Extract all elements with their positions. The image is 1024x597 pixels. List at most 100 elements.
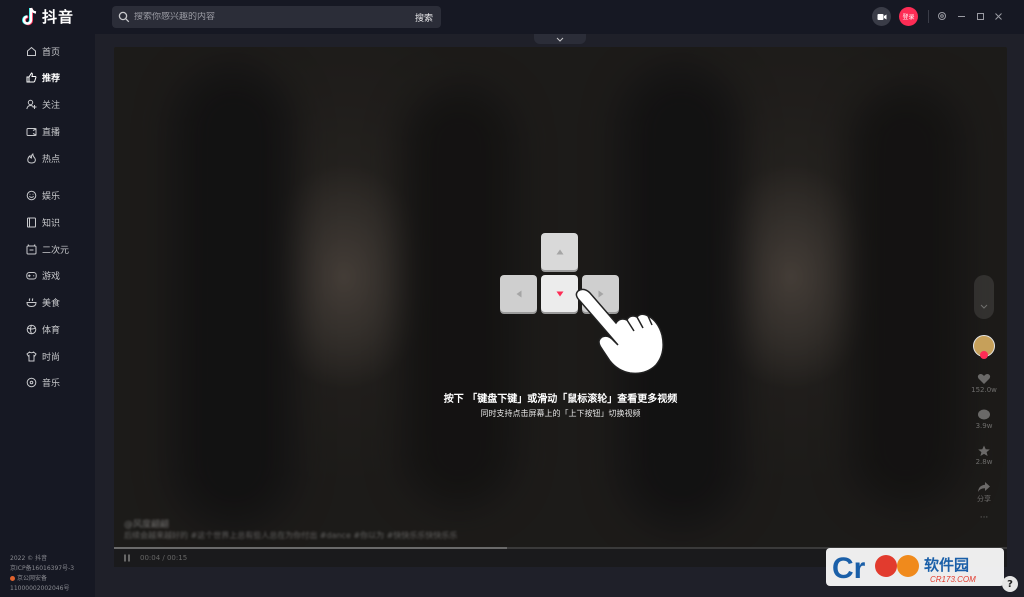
cr173-watermark-logo: Cr 软件园 CR173.COM <box>826 548 1004 586</box>
comment-count: 3.9w <box>975 422 993 430</box>
sidebar-item-hot[interactable]: 热点 <box>26 150 60 166</box>
sidebar-item-label: 游戏 <box>42 271 61 282</box>
sidebar-item-label: 直播 <box>42 127 61 138</box>
chevron-down-icon <box>980 304 988 309</box>
sidebar-item-anime[interactable]: 二次元 <box>26 241 69 257</box>
police-record-number: 11000002002046号 <box>10 585 70 592</box>
sidebar-item-food[interactable]: 美食 <box>26 294 60 310</box>
collapse-header-button[interactable] <box>534 34 586 44</box>
minimize-button[interactable] <box>954 9 968 23</box>
sidebar-item-label: 二次元 <box>42 245 70 256</box>
svg-text:Cr: Cr <box>832 552 866 585</box>
maximize-icon <box>976 12 984 20</box>
search-button[interactable]: 搜索 <box>407 11 441 24</box>
sidebar-item-knowledge[interactable]: 知识 <box>26 214 60 230</box>
search-icon <box>118 11 130 23</box>
maximize-button[interactable] <box>973 9 987 23</box>
comment-button[interactable]: 3.9w <box>967 409 1001 430</box>
sidebar-item-sports[interactable]: 体育 <box>26 321 60 337</box>
book-icon <box>27 217 36 227</box>
app-logo[interactable]: 抖音 <box>22 6 74 27</box>
sidebar-item-following[interactable]: 关注 <box>26 96 60 112</box>
search-bar: 搜索 <box>112 6 441 28</box>
smile-icon <box>26 190 37 200</box>
home-icon <box>27 46 36 56</box>
douyin-app: 抖音 搜索 登录 <box>0 0 1024 597</box>
minimize-icon <box>957 15 965 17</box>
tv-icon <box>26 127 37 136</box>
douyin-logo-icon <box>22 7 37 25</box>
sidebar-item-label: 时尚 <box>42 352 61 363</box>
arrow-up-icon <box>556 249 563 254</box>
arrow-down-icon <box>556 291 563 296</box>
share-label: 分享 <box>977 495 991 503</box>
live-camera-button[interactable] <box>872 7 891 26</box>
like-count: 152.0w <box>971 386 997 394</box>
flame-icon <box>27 152 36 164</box>
favorite-button[interactable]: 2.8w <box>967 445 1001 466</box>
sidebar: 首页 推荐 关注 直播 热点 娱乐 知识 二次元 游戏 美食 体育 时尚 音乐 … <box>0 34 95 597</box>
sidebar-item-label: 音乐 <box>42 378 61 389</box>
gear-icon <box>938 12 946 20</box>
sidebar-item-live[interactable]: 直播 <box>26 123 60 139</box>
shirt-icon <box>26 350 37 361</box>
sidebar-item-label: 首页 <box>42 47 61 58</box>
sidebar-item-home[interactable]: 首页 <box>26 43 60 59</box>
sidebar-item-label: 推荐 <box>42 73 61 84</box>
police-record-link[interactable]: 京公网安备 <box>10 574 74 584</box>
arrow-left-icon <box>516 290 521 297</box>
pointing-hand-icon <box>575 288 664 375</box>
search-input[interactable] <box>130 12 407 22</box>
sidebar-item-label: 娱乐 <box>42 191 61 202</box>
close-icon <box>994 12 1002 20</box>
share-icon <box>978 482 990 492</box>
star-icon <box>978 445 990 456</box>
login-button[interactable]: 登录 <box>899 7 918 26</box>
sidebar-item-recommend[interactable]: 推荐 <box>26 69 60 85</box>
header-divider <box>928 10 929 23</box>
key-left <box>500 275 537 312</box>
settings-button[interactable] <box>935 9 949 23</box>
heart-icon <box>977 374 991 384</box>
police-badge-icon <box>10 576 15 581</box>
more-button[interactable]: ··· <box>967 513 1001 523</box>
sidebar-item-label: 知识 <box>42 218 61 229</box>
video-time: 00:04 / 00:15 <box>140 554 188 562</box>
svg-text:软件园: 软件园 <box>924 556 969 574</box>
video-switch-buttons[interactable] <box>974 275 994 319</box>
sidebar-item-label: 美食 <box>42 298 61 309</box>
video-player[interactable]: 按下 「键盘下键」或滑动「鼠标滚轮」查看更多视频 同时支持点击屏幕上的「上下按钮… <box>114 47 1007 549</box>
copyright-text: 2022 © 抖音 <box>10 555 48 562</box>
bowl-icon <box>26 297 37 307</box>
like-button[interactable]: 152.0w <box>967 373 1001 394</box>
pause-icon[interactable] <box>122 553 132 563</box>
ball-icon <box>26 324 37 334</box>
svg-text:CR173.COM: CR173.COM <box>930 575 976 584</box>
video-description: 后续会越来越好的 #这个世界上总有些人总在为你付出 #dance #你以为 #快… <box>124 531 458 540</box>
sidebar-item-label: 关注 <box>42 100 61 111</box>
sidebar-item-label: 热点 <box>42 154 61 165</box>
chevron-down-icon <box>556 37 564 42</box>
top-bar: 抖音 搜索 登录 <box>0 0 1024 34</box>
thumbs-up-icon <box>26 71 37 82</box>
share-button[interactable]: 分享 <box>967 481 1001 504</box>
sidebar-item-fashion[interactable]: 时尚 <box>26 348 60 364</box>
user-plus-icon <box>26 99 37 109</box>
help-button[interactable]: ? <box>1002 576 1018 592</box>
sidebar-footer: 2022 © 抖音 京ICP备16016397号-3 京公网安备 1100000… <box>10 554 74 594</box>
guide-hint-primary: 按下 「键盘下键」或滑动「鼠标滚轮」查看更多视频 <box>443 394 678 405</box>
music-icon <box>26 377 37 387</box>
main-content: 按下 「键盘下键」或滑动「鼠标滚轮」查看更多视频 同时支持点击屏幕上的「上下按钮… <box>95 34 1024 597</box>
anime-icon <box>26 243 37 254</box>
close-button[interactable] <box>991 9 1005 23</box>
follow-plus-icon[interactable] <box>980 351 988 359</box>
favorite-count: 2.8w <box>975 458 993 466</box>
gamepad-icon <box>26 271 37 279</box>
sidebar-item-games[interactable]: 游戏 <box>26 267 60 283</box>
comment-icon <box>978 409 990 420</box>
sidebar-item-label: 体育 <box>42 325 61 336</box>
sidebar-item-entertainment[interactable]: 娱乐 <box>26 187 60 203</box>
video-author[interactable]: @风度翩翩 <box>124 517 169 530</box>
icp-license-link[interactable]: 京ICP备16016397号-3 <box>10 564 74 574</box>
sidebar-item-music[interactable]: 音乐 <box>26 374 60 390</box>
